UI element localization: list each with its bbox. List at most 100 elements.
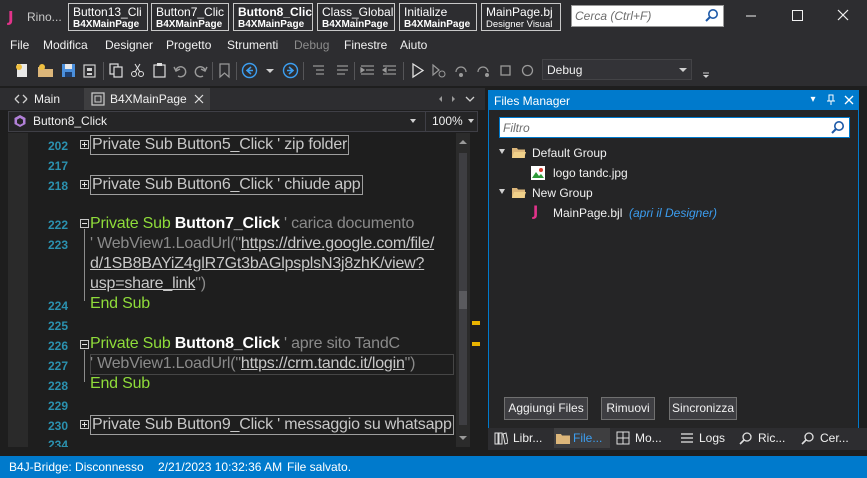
code-line-227[interactable]: ' WebView1.LoadUrl("https://crm.tandc.it… — [90, 355, 415, 373]
expand-icon[interactable] — [80, 140, 89, 149]
build-configuration-select[interactable]: Debug — [542, 59, 692, 80]
tree-group-new[interactable]: New Group — [497, 184, 697, 202]
filter-box[interactable] — [499, 117, 850, 138]
outdent-icon[interactable] — [381, 62, 398, 79]
tab-search[interactable]: Ric... — [739, 428, 795, 448]
module-icon — [14, 94, 28, 104]
recent-tab-mainpage-designer[interactable]: MainPage.bj Designer Visual — [481, 3, 561, 31]
tab-main[interactable]: Main — [8, 88, 68, 110]
maximize-button[interactable] — [774, 0, 820, 32]
tree-group-default[interactable]: Default Group — [497, 144, 697, 162]
tab-modules[interactable]: Mo... — [616, 428, 676, 448]
recent-tab-button13[interactable]: Button13_Cli B4XMainPage — [68, 3, 148, 31]
step-into-icon[interactable] — [430, 62, 447, 79]
menu-modifica[interactable]: Modifica — [43, 38, 88, 52]
scrollbar-thumb[interactable] — [459, 291, 467, 309]
tab-logs[interactable]: Logs — [680, 428, 734, 448]
tree-file-logo[interactable]: logo tandc.jpg — [529, 164, 729, 182]
cut-icon[interactable] — [129, 62, 146, 79]
minimize-button[interactable] — [728, 0, 774, 32]
save-all-icon[interactable] — [82, 62, 99, 79]
navigate-back-dropdown-icon[interactable] — [262, 62, 279, 79]
collapse-icon[interactable] — [80, 340, 89, 349]
bookmark-icon[interactable] — [216, 62, 233, 79]
filter-input[interactable] — [503, 120, 823, 136]
tab-files[interactable]: File... — [554, 428, 610, 448]
comment-block-icon[interactable] — [310, 62, 327, 79]
panel-menu-icon[interactable]: ▾ — [807, 94, 819, 106]
code-line-226[interactable]: Private Sub Button8_Click ' apre sito Ta… — [90, 335, 400, 353]
indent-icon[interactable] — [359, 62, 376, 79]
close-tab-icon[interactable] — [194, 94, 204, 104]
code-editor[interactable]: 202 217 218 222 223 224 225 226 227 228 … — [8, 133, 456, 447]
sub-selector[interactable]: Button8_Click — [9, 112, 421, 131]
sync-button[interactable]: Sincronizza — [669, 397, 737, 420]
recent-tab-initialize[interactable]: Initialize B4XMainPage — [399, 3, 477, 31]
open-project-icon[interactable] — [37, 62, 54, 79]
redo-icon[interactable] — [192, 62, 209, 79]
sub-method-icon — [14, 115, 26, 127]
code-line-223[interactable]: ' WebView1.LoadUrl("https://drive.google… — [90, 235, 434, 253]
tab-b4xmainpage[interactable]: B4XMainPage — [84, 88, 210, 110]
save-icon[interactable] — [60, 62, 77, 79]
copy-icon[interactable] — [108, 62, 125, 79]
breakpoint-gutter[interactable] — [8, 133, 28, 447]
step-out-icon[interactable] — [475, 62, 492, 79]
recent-tab-button7[interactable]: Button7_Clic B4XMainPage — [151, 3, 229, 31]
expand-icon[interactable] — [80, 180, 89, 189]
tab-scroll-controls[interactable] — [438, 93, 478, 105]
step-over-icon[interactable] — [453, 62, 470, 79]
menu-file[interactable]: File — [10, 38, 29, 52]
code-line-223-wrap-1[interactable]: d/1SB8BAYiZ4glR7Gt3bAGlpsplsN3j8zhK/view… — [90, 255, 424, 273]
recent-tab-button8[interactable]: Button8_Clic B4XMainPage — [233, 3, 313, 31]
undo-icon[interactable] — [172, 62, 189, 79]
remove-button[interactable]: Rimuovi — [601, 397, 655, 420]
zoom-selector[interactable]: 100% — [425, 112, 478, 131]
layout-file-icon: J — [533, 204, 539, 220]
close-window-button[interactable] — [820, 0, 866, 32]
add-files-button[interactable]: Aggiungi Files — [504, 397, 588, 420]
toolbar-overflow-icon[interactable] — [698, 62, 715, 79]
uncomment-block-icon[interactable] — [334, 62, 351, 79]
menu-progetto[interactable]: Progetto — [166, 38, 211, 52]
line-number: 224 — [47, 299, 68, 313]
search-box[interactable] — [571, 5, 724, 27]
code-line-222[interactable]: Private Sub Button7_Click ' carica docum… — [90, 215, 414, 233]
code-line-230[interactable]: Private Sub Button9_Click ' messaggio su… — [90, 415, 454, 435]
search-icon[interactable] — [702, 7, 722, 25]
scrollbar-track[interactable] — [459, 153, 467, 425]
search-icon[interactable] — [828, 119, 848, 136]
menu-strumenti[interactable]: Strumenti — [227, 38, 278, 52]
code-line-218[interactable]: Private Sub Button6_Click ' chiude app — [90, 175, 363, 195]
code-line-202[interactable]: Private Sub Button5_Click ' zip folder — [90, 135, 350, 155]
pin-icon[interactable] — [825, 94, 837, 106]
menu-finestre[interactable]: Finestre — [344, 38, 387, 52]
code-line-223-wrap-2[interactable]: usp=share_link") — [90, 275, 206, 293]
open-designer-hint[interactable]: (apri il Designer) — [629, 206, 717, 220]
stop-icon[interactable] — [497, 62, 514, 79]
run-icon[interactable] — [409, 62, 426, 79]
expand-arrow-icon[interactable] — [499, 189, 505, 194]
code-line-228[interactable]: End Sub — [90, 375, 150, 393]
editor-vertical-scrollbar[interactable] — [456, 133, 470, 447]
scroll-up-icon[interactable] — [456, 135, 470, 149]
restart-icon[interactable] — [519, 62, 536, 79]
scroll-down-icon[interactable] — [456, 431, 470, 445]
tab-libraries[interactable]: Libr... — [494, 428, 550, 448]
expand-icon[interactable] — [80, 420, 89, 429]
close-panel-icon[interactable] — [843, 94, 855, 106]
navigate-back-icon[interactable] — [241, 62, 258, 79]
navigate-forward-icon[interactable] — [282, 62, 299, 79]
tab-find[interactable]: Cer... — [801, 428, 861, 448]
expand-arrow-icon[interactable] — [499, 149, 505, 154]
tree-file-mainpage[interactable]: J MainPage.bjl (apri il Designer) — [529, 204, 789, 222]
search-input[interactable] — [575, 8, 701, 24]
paste-icon[interactable] — [151, 62, 168, 79]
menu-aiuto[interactable]: Aiuto — [400, 38, 427, 52]
recent-tab-class-global[interactable]: Class_Global B4XMainPage — [317, 3, 395, 31]
new-project-icon[interactable] — [14, 62, 31, 79]
code-line-224[interactable]: End Sub — [90, 295, 150, 313]
menu-debug[interactable]: Debug — [294, 38, 329, 52]
menu-designer[interactable]: Designer — [105, 38, 153, 52]
collapse-icon[interactable] — [80, 219, 89, 228]
